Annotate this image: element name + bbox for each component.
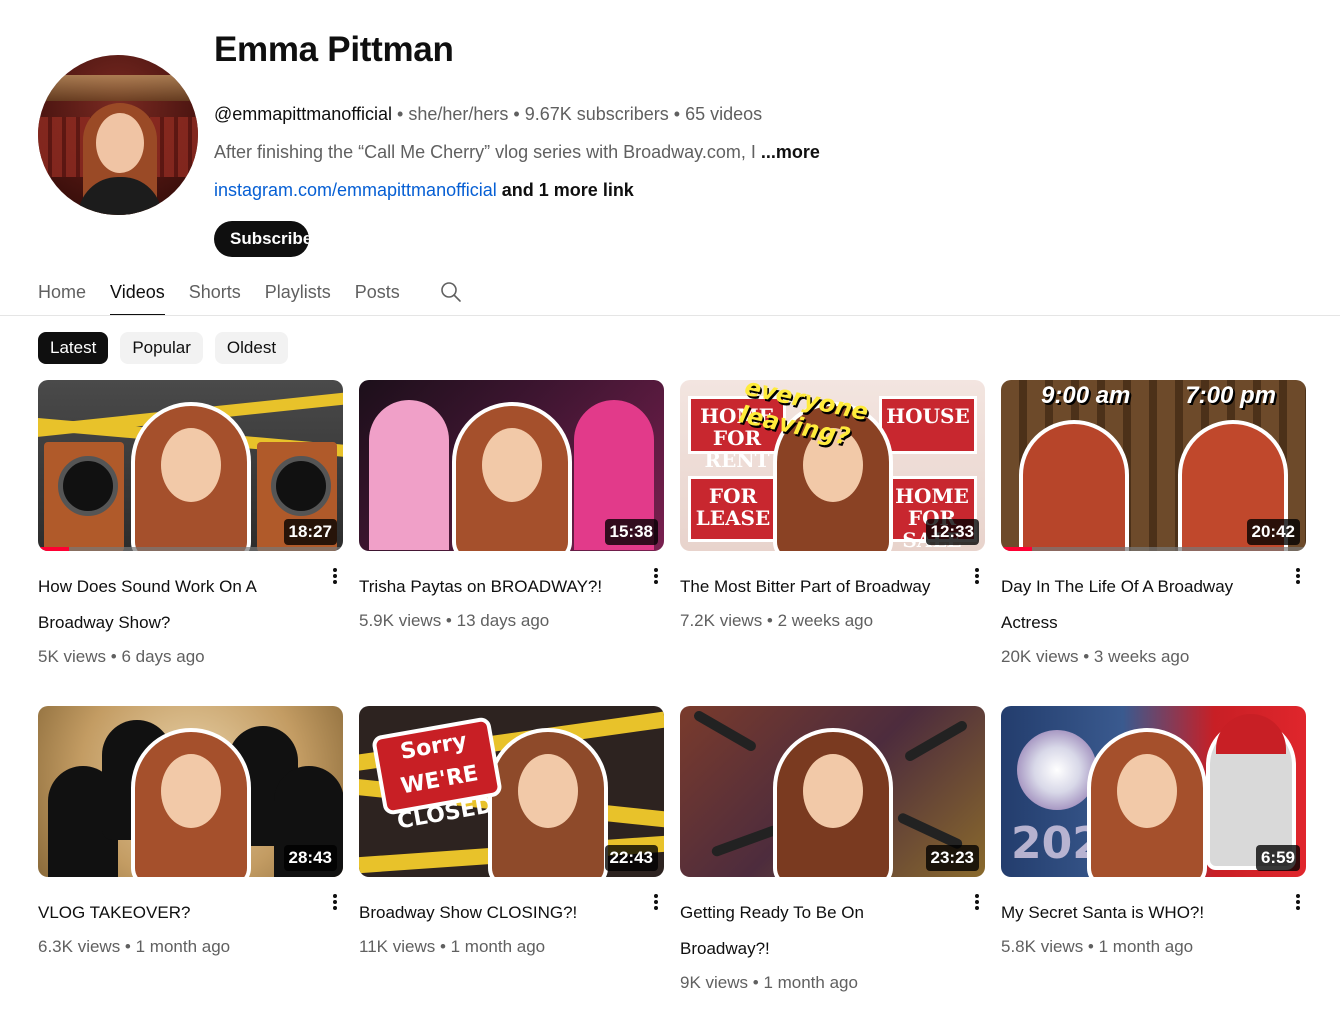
channel-handle: @emmapittmanofficial <box>214 104 393 124</box>
watch-progress-fill <box>38 547 69 551</box>
avatar-face <box>96 113 144 173</box>
more-links-button[interactable]: and 1 more link <box>497 180 634 200</box>
video-thumbnail[interactable]: 23:23 <box>680 706 985 877</box>
subscriber-count: 9.67K subscribers <box>524 104 669 124</box>
video-duration: 15:38 <box>604 519 658 545</box>
video-stats: 5K views • 6 days ago <box>38 647 205 666</box>
video-duration: 23:23 <box>925 845 979 871</box>
more-actions-icon[interactable] <box>1292 566 1304 586</box>
thumbnail-person <box>1087 728 1208 877</box>
more-actions-icon[interactable] <box>329 892 341 912</box>
video-stats: 7.2K views • 2 weeks ago <box>680 611 874 630</box>
video-card[interactable]: 28:43 VLOG TAKEOVER? 6.3K views • 1 mont… <box>38 706 343 959</box>
more-actions-icon[interactable] <box>971 566 983 586</box>
video-title[interactable]: The Most Bitter Part of Broadway <box>680 569 950 605</box>
video-title[interactable]: Getting Ready To Be On Broadway?! <box>680 895 950 967</box>
video-duration: 18:27 <box>283 519 337 545</box>
video-duration: 28:43 <box>283 845 337 871</box>
thumbnail-person <box>130 402 251 551</box>
more-actions-icon[interactable] <box>650 566 662 586</box>
watch-progress <box>38 547 343 551</box>
instagram-link[interactable]: instagram.com/emmapittmanofficial <box>214 180 497 200</box>
more-actions-icon[interactable] <box>650 892 662 912</box>
tab-videos[interactable]: Videos <box>110 278 165 316</box>
video-title[interactable]: Broadway Show CLOSING?! <box>359 895 629 931</box>
video-stats: 5.8K views • 1 month ago <box>1001 937 1194 956</box>
tabs-divider <box>0 315 1340 316</box>
speaker-icon <box>44 442 124 551</box>
meta-separator: • <box>668 104 686 124</box>
video-card[interactable]: 23:23 Getting Ready To Be On Broadway?! … <box>680 706 985 995</box>
channel-links: instagram.com/emmapittmanofficial and 1 … <box>214 180 634 201</box>
chip-popular[interactable]: Popular <box>120 332 203 364</box>
description-more-link[interactable]: ...more <box>761 142 820 162</box>
video-duration: 6:59 <box>1255 845 1300 871</box>
video-stats: 9K views • 1 month ago <box>680 973 858 992</box>
video-title[interactable]: How Does Sound Work On A Broadway Show? <box>38 569 308 641</box>
video-duration: 12:33 <box>925 519 979 545</box>
watch-progress-fill <box>1001 547 1032 551</box>
video-title[interactable]: Trisha Paytas on BROADWAY?! <box>359 569 629 605</box>
video-card[interactable]: 2025 6:59 My Secret Santa is WHO?! 5.8K … <box>1001 706 1306 959</box>
video-duration: 20:42 <box>1246 519 1300 545</box>
more-actions-icon[interactable] <box>971 892 983 912</box>
channel-tabs: Home Videos Shorts Playlists Posts <box>38 278 424 316</box>
disco-ball <box>1017 730 1097 810</box>
video-title[interactable]: Day In The Life Of A Broadway Actress <box>1001 569 1271 641</box>
video-thumbnail[interactable]: 15:38 <box>359 380 664 551</box>
video-thumbnail[interactable]: Sorry WE'RE CLOSED 22:43 <box>359 706 664 877</box>
video-count: 65 videos <box>685 104 763 124</box>
video-card[interactable]: HOME FOR RENT HOUSE FOR LEASE HOME FOR S… <box>680 380 985 633</box>
closed-sign: Sorry WE'RE CLOSED <box>370 716 504 835</box>
channel-pronouns: she/her/hers <box>408 104 509 124</box>
watch-progress <box>1001 547 1306 551</box>
video-duration: 22:43 <box>604 845 658 871</box>
search-icon[interactable] <box>440 281 462 303</box>
video-card[interactable]: Sorry WE'RE CLOSED 22:43 Broadway Show C… <box>359 706 664 959</box>
video-stats: 11K views • 1 month ago <box>359 937 546 956</box>
avatar-theatre-balcony <box>38 75 198 101</box>
video-stats: 20K views • 3 weeks ago <box>1001 647 1190 666</box>
video-stats: 6.3K views • 1 month ago <box>38 937 231 956</box>
description-text: After finishing the “Call Me Cherry” vlo… <box>214 142 761 162</box>
subscribe-button[interactable]: Subscribe <box>214 221 309 257</box>
video-title[interactable]: VLOG TAKEOVER? <box>38 895 308 931</box>
channel-name: Emma Pittman <box>214 30 454 69</box>
channel-avatar[interactable] <box>38 55 198 215</box>
more-actions-icon[interactable] <box>1292 892 1304 912</box>
chip-oldest[interactable]: Oldest <box>214 332 289 364</box>
meta-separator: • <box>392 104 409 124</box>
chip-latest[interactable]: Latest <box>38 332 109 364</box>
channel-meta: @emmapittmanofficial • she/her/hers • 9.… <box>214 104 762 125</box>
channel-page: Emma Pittman @emmapittmanofficial • she/… <box>0 0 1340 1010</box>
video-stats: 5.9K views • 13 days ago <box>359 611 550 630</box>
tab-home[interactable]: Home <box>38 278 86 316</box>
video-card[interactable]: 15:38 Trisha Paytas on BROADWAY?! 5.9K v… <box>359 380 664 633</box>
tab-shorts[interactable]: Shorts <box>189 278 241 316</box>
video-thumbnail[interactable]: 28:43 <box>38 706 343 877</box>
meta-separator: • <box>508 104 525 124</box>
more-actions-icon[interactable] <box>329 566 341 586</box>
channel-description[interactable]: After finishing the “Call Me Cherry” vlo… <box>214 142 820 163</box>
video-title[interactable]: My Secret Santa is WHO?! <box>1001 895 1271 931</box>
video-thumbnail[interactable]: HOME FOR RENT HOUSE FOR LEASE HOME FOR S… <box>680 380 985 551</box>
thumbnail-person <box>772 728 893 877</box>
sort-chips: Latest Popular Oldest <box>38 332 289 364</box>
video-thumbnail[interactable]: 9:00 am 7:00 pm 20:42 <box>1001 380 1306 551</box>
tab-posts[interactable]: Posts <box>355 278 400 316</box>
video-card[interactable]: 9:00 am 7:00 pm 20:42 Day In The Life Of… <box>1001 380 1306 669</box>
video-card[interactable]: 18:27 How Does Sound Work On A Broadway … <box>38 380 343 669</box>
thumbnail-person <box>451 402 572 551</box>
thumbnail-person <box>130 728 251 877</box>
video-thumbnail[interactable]: 18:27 <box>38 380 343 551</box>
video-thumbnail[interactable]: 2025 6:59 <box>1001 706 1306 877</box>
tab-playlists[interactable]: Playlists <box>265 278 331 316</box>
